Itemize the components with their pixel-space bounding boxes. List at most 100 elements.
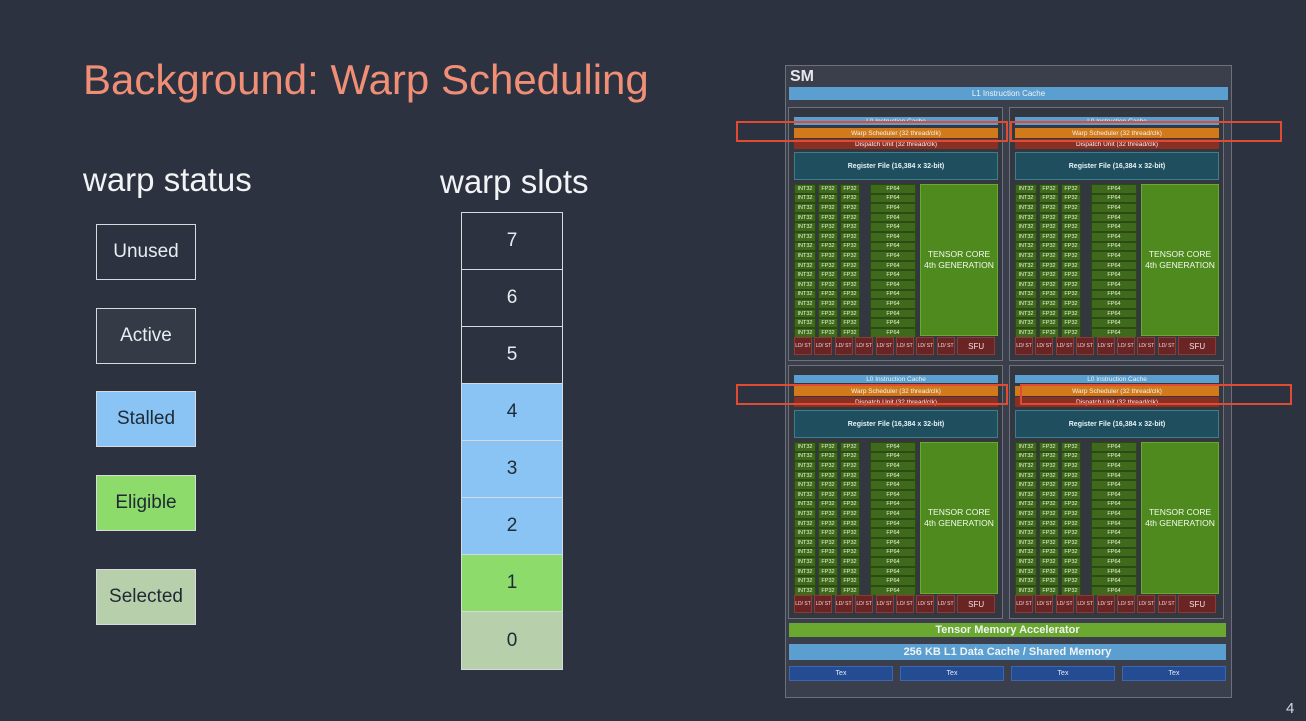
fp32-unit: FP32 <box>818 222 838 232</box>
sfu-unit: SFU <box>1178 337 1217 355</box>
fp64-unit: FP64 <box>1091 308 1137 319</box>
fp32-unit: FP32 <box>1039 442 1059 452</box>
int-unit: INT32 <box>1015 212 1037 223</box>
int-unit: INT32 <box>794 537 816 548</box>
int-unit: INT32 <box>1015 270 1037 280</box>
int-unit: INT32 <box>1015 299 1037 309</box>
fp32-unit: FP32 <box>840 308 860 319</box>
fp32-unit: FP32 <box>818 203 838 213</box>
fp32-unit: FP32 <box>1061 231 1081 242</box>
fp32-unit: FP32 <box>1039 566 1059 577</box>
fp32-unit: FP32 <box>840 489 860 500</box>
fp32-unit: FP32 <box>818 193 838 204</box>
int-unit: INT32 <box>794 518 816 529</box>
fp32-unit: FP32 <box>818 299 838 309</box>
fp32-unit: FP32 <box>818 241 838 252</box>
int-unit: INT32 <box>794 222 816 232</box>
fp64-unit: FP64 <box>1091 251 1137 261</box>
fp32-unit: FP32 <box>1061 576 1081 586</box>
ld-st-unit: LD/ ST <box>1116 595 1135 613</box>
tensor-core-label: TENSOR CORE <box>927 249 991 259</box>
int-unit: INT32 <box>1015 576 1037 586</box>
ld-st-unit: LD/ ST <box>936 337 955 355</box>
fp32-unit: FP32 <box>840 528 860 538</box>
fp32-unit: FP32 <box>1061 270 1081 280</box>
page-title: Background: Warp Scheduling <box>83 56 649 103</box>
warp-slot-4: 4 <box>462 384 562 441</box>
int-unit: INT32 <box>794 442 816 452</box>
ld-st-unit: LD/ ST <box>1096 337 1115 355</box>
fp32-unit: FP32 <box>840 299 860 309</box>
warp-slot-7: 7 <box>462 213 562 270</box>
sm-partition: L0 Instruction Cache Warp Scheduler (32 t… <box>1009 107 1224 361</box>
int-unit: INT32 <box>1015 279 1037 290</box>
fp32-unit: FP32 <box>840 547 860 558</box>
sfu-unit: SFU <box>957 337 996 355</box>
fp32-unit: FP32 <box>1061 222 1081 232</box>
ld-st-unit: LD/ ST <box>1015 595 1033 613</box>
fp32-unit: FP32 <box>1039 241 1059 252</box>
int-unit: INT32 <box>794 499 816 510</box>
fp32-unit: FP32 <box>1039 576 1059 586</box>
fp32-unit: FP32 <box>840 184 860 194</box>
fp32-unit: FP32 <box>818 231 838 242</box>
fp64-unit: FP64 <box>1091 212 1137 223</box>
ld-st-unit: LD/ ST <box>855 595 874 613</box>
sm-label: SM <box>790 68 814 85</box>
page-number: 4 <box>1286 700 1295 717</box>
int-unit: INT32 <box>1015 442 1037 452</box>
int-unit: INT32 <box>794 241 816 252</box>
int-unit: INT32 <box>794 231 816 242</box>
fp32-unit: FP32 <box>1061 489 1081 500</box>
fp64-unit: FP64 <box>1091 193 1137 204</box>
warp-slot-0: 0 <box>462 612 562 669</box>
fp32-unit: FP32 <box>1061 566 1081 577</box>
fp32-unit: FP32 <box>1039 470 1059 481</box>
fp32-unit: FP32 <box>818 470 838 481</box>
fp32-unit: FP32 <box>840 318 860 328</box>
ldst-row: LD/ ST LD/ ST LD/ ST LD/ ST LD/ ST LD/ ST LD/ … <box>1015 595 1217 613</box>
int-unit: INT32 <box>1015 499 1037 510</box>
warp-slots-column: 76543210 <box>461 212 563 670</box>
fp64-unit: FP64 <box>1091 518 1137 529</box>
int-unit: INT32 <box>1015 260 1037 271</box>
int-unit: INT32 <box>794 489 816 500</box>
fp32-unit: FP32 <box>1039 308 1059 319</box>
fp32-unit: FP32 <box>840 212 860 223</box>
fp32-unit: FP32 <box>1061 509 1081 519</box>
fp32-unit: FP32 <box>840 509 860 519</box>
fp64-unit: FP64 <box>870 260 916 271</box>
tensor-core: TENSOR CORE 4th GENERATION <box>1141 184 1219 336</box>
fp32-unit: FP32 <box>1039 212 1059 223</box>
int-unit: INT32 <box>794 528 816 538</box>
fp32-unit: FP32 <box>1061 203 1081 213</box>
fp32-unit: FP32 <box>840 251 860 261</box>
fp32-unit: FP32 <box>818 509 838 519</box>
ldst-row: LD/ ST LD/ ST LD/ ST LD/ ST LD/ ST LD/ ST LD/ … <box>794 595 996 613</box>
fp32-unit: FP32 <box>840 289 860 300</box>
int-unit: INT32 <box>794 212 816 223</box>
fp32-unit: FP32 <box>818 489 838 500</box>
tensor-core-label: TENSOR CORE <box>1148 249 1212 259</box>
fp64-unit: FP64 <box>870 470 916 481</box>
fp32-unit: FP32 <box>1039 251 1059 261</box>
texture-unit: Tex <box>900 666 1004 681</box>
fp32-unit: FP32 <box>1039 480 1059 490</box>
fp64-unit: FP64 <box>870 184 916 194</box>
tensor-core-generation: 4th GENERATION <box>1145 518 1215 528</box>
fp64-unit: FP64 <box>1091 470 1137 481</box>
fp64-unit: FP64 <box>1091 547 1137 558</box>
fp64-unit: FP64 <box>1091 241 1137 252</box>
fp32-unit: FP32 <box>1061 289 1081 300</box>
register-file: Register File (16,384 x 32-bit) <box>794 410 998 438</box>
fp64-unit: FP64 <box>870 222 916 232</box>
fp32-unit: FP32 <box>818 576 838 586</box>
warp-slot-5: 5 <box>462 327 562 384</box>
sfu-unit: SFU <box>957 595 996 613</box>
fp64-unit: FP64 <box>870 566 916 577</box>
int-unit: INT32 <box>794 470 816 481</box>
fp32-unit: FP32 <box>840 193 860 204</box>
fp32-unit: FP32 <box>840 231 860 242</box>
int-unit: INT32 <box>794 576 816 586</box>
int-unit: INT32 <box>1015 318 1037 328</box>
